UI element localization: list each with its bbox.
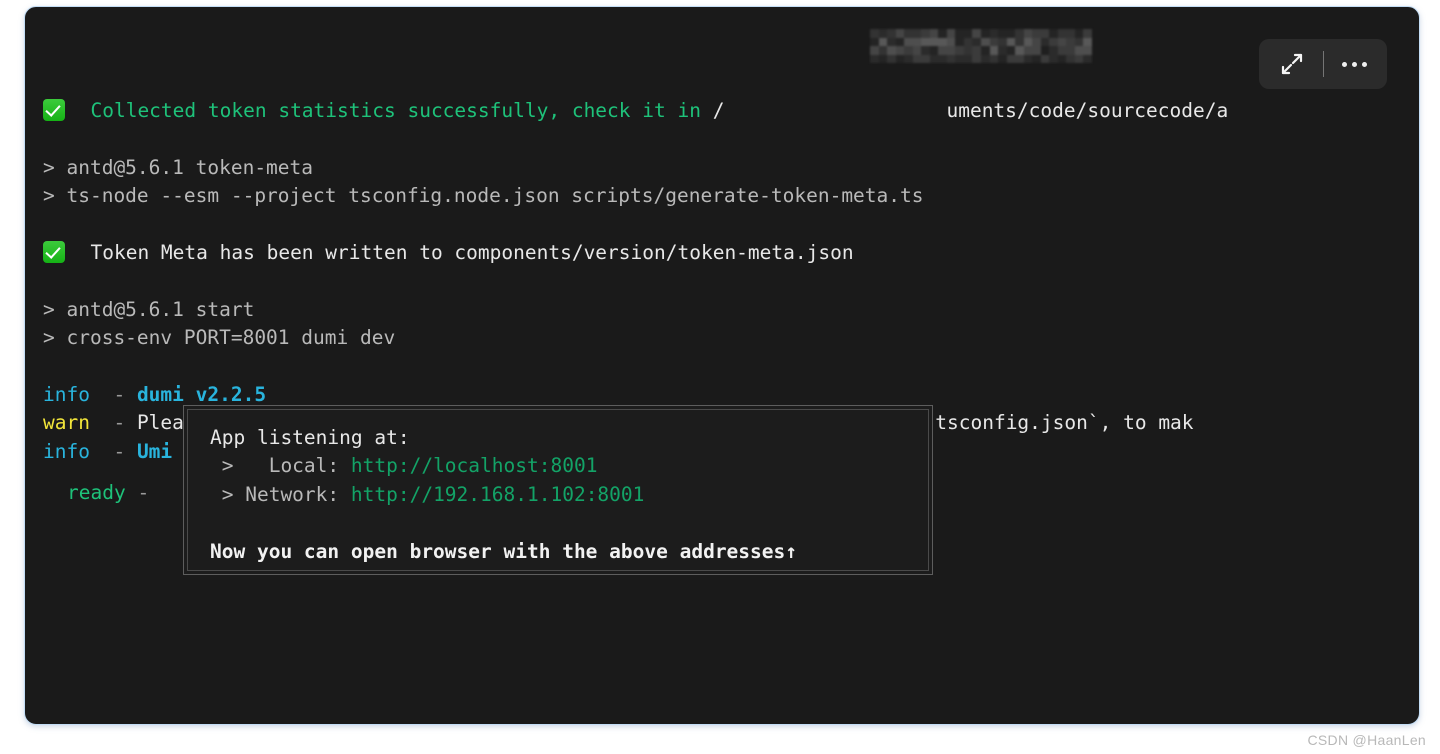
expand-icon — [1279, 51, 1305, 77]
local-prefix: > Local: — [210, 454, 351, 477]
blank-2 — [43, 211, 1420, 239]
line-token-meta-written-seg-0: Token Meta has been written to component… — [90, 241, 853, 264]
local-url[interactable]: http://localhost:8001 — [351, 454, 598, 477]
more-options-icon — [1342, 62, 1367, 67]
box-footer: Now you can open browser with the above … — [210, 538, 928, 566]
check-mark-green-icon — [43, 99, 65, 121]
app-listening-box-inner: App listening at: > Local: http://localh… — [187, 409, 929, 571]
line-token-meta-written: Token Meta has been written to component… — [43, 239, 1420, 267]
csdn-watermark: CSDN @HaanLen — [1308, 732, 1427, 748]
line-info-dumi-version-seg-2: dumi v2.2.5 — [137, 383, 266, 406]
line-info-dumi-version-seg-1: - — [90, 383, 137, 406]
line-npm-script-token-meta: > antd@5.6.1 token-meta — [43, 154, 1420, 182]
ready-status-label: ready - — [67, 479, 149, 507]
line-npm-script-start: > antd@5.6.1 start — [43, 296, 1420, 324]
line-npm-script-start-seg-0: > antd@5.6.1 start — [43, 298, 254, 321]
ready-word: ready — [67, 481, 126, 504]
network-url[interactable]: http://192.168.1.102:8001 — [351, 483, 645, 506]
line-warn-dumi-include-seg-0: warn — [43, 411, 90, 434]
line-cross-env-command: > cross-env PORT=8001 dumi dev — [43, 324, 1420, 352]
floating-toolbar — [1259, 39, 1387, 89]
spacer-row — [43, 609, 1420, 637]
line-npm-script-token-meta-seg-0: > antd@5.6.1 token-meta — [43, 156, 313, 179]
line-warn-dumi-include-seg-1: - — [90, 411, 137, 434]
check-mark-green-icon — [43, 241, 65, 263]
line-collected-token-stats-seg-1: / — [713, 99, 725, 122]
more-options-button[interactable] — [1324, 39, 1386, 89]
blank-4 — [43, 353, 1420, 381]
line-ts-node-command-seg-0: > ts-node --esm --project tsconfig.node.… — [43, 184, 924, 207]
line-cross-env-command-seg-0: > cross-env PORT=8001 dumi dev — [43, 326, 395, 349]
blank-3 — [43, 267, 1420, 295]
line-collected-token-stats-seg-0: Collected token statistics successfully,… — [90, 99, 712, 122]
box-title: App listening at: — [210, 424, 928, 452]
app-listening-box: App listening at: > Local: http://localh… — [183, 405, 933, 575]
terminal-output[interactable]: Collected token statistics successfully,… — [25, 7, 1420, 725]
box-spacer — [210, 509, 928, 537]
line-ts-node-command: > ts-node --esm --project tsconfig.node.… — [43, 182, 1420, 210]
spacer-row — [43, 675, 1420, 703]
line-info-umi-version-seg-1: - — [90, 440, 137, 463]
terminal-window: Collected token statistics successfully,… — [24, 6, 1420, 725]
blank-1 — [43, 125, 1420, 153]
box-network-row: > Network: http://192.168.1.102:8001 — [210, 481, 928, 509]
ready-dash: - — [126, 481, 149, 504]
line-info-dumi-version-seg-0: info — [43, 383, 90, 406]
redacted-path-mosaic — [870, 29, 1092, 63]
box-local-row: > Local: http://localhost:8001 — [210, 452, 928, 480]
expand-button[interactable] — [1261, 39, 1323, 89]
network-prefix: > Network: — [210, 483, 351, 506]
screenshot-root: Collected token statistics successfully,… — [0, 0, 1440, 754]
line-collected-token-stats: Collected token statistics successfully,… — [43, 97, 1420, 125]
mosaic-block — [1083, 55, 1092, 64]
line-collected-token-stats-seg-3: uments/code/sourcecode/a — [946, 99, 1228, 122]
line-info-umi-version-seg-0: info — [43, 440, 90, 463]
